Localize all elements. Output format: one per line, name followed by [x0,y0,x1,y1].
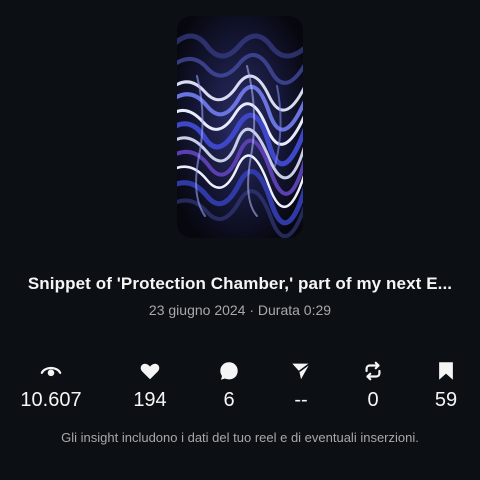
reel-thumbnail[interactable] [177,16,303,238]
saves-count: 59 [434,389,458,411]
shares-count: -- [294,389,308,411]
repost-icon [362,360,384,382]
stat-saves: 59 [406,360,480,412]
stat-reposts: 0 [333,360,413,412]
eye-icon [40,360,62,382]
stat-likes: 194 [110,360,190,412]
insights-stats-row: 10.607 194 6 -- 0 59 [0,360,480,416]
share-icon [290,360,312,382]
reposts-count: 0 [367,389,379,411]
comments-count: 6 [223,389,235,411]
stat-comments: 6 [189,360,269,412]
reel-title: Snippet of 'Protection Chamber,' part of… [27,274,453,293]
reel-date-duration: 23 giugno 2024 · Durata 0:29 [148,302,332,318]
bookmark-icon [435,360,457,382]
comment-icon [218,360,240,382]
stat-shares: -- [261,360,341,412]
heart-icon [139,360,161,382]
views-count: 10.607 [20,389,82,411]
abstract-wave-artwork [177,16,303,238]
likes-count: 194 [133,389,167,411]
insights-footer-note: Gli insight includono i dati del tuo ree… [61,430,419,445]
stat-views: 10.607 [11,360,91,412]
